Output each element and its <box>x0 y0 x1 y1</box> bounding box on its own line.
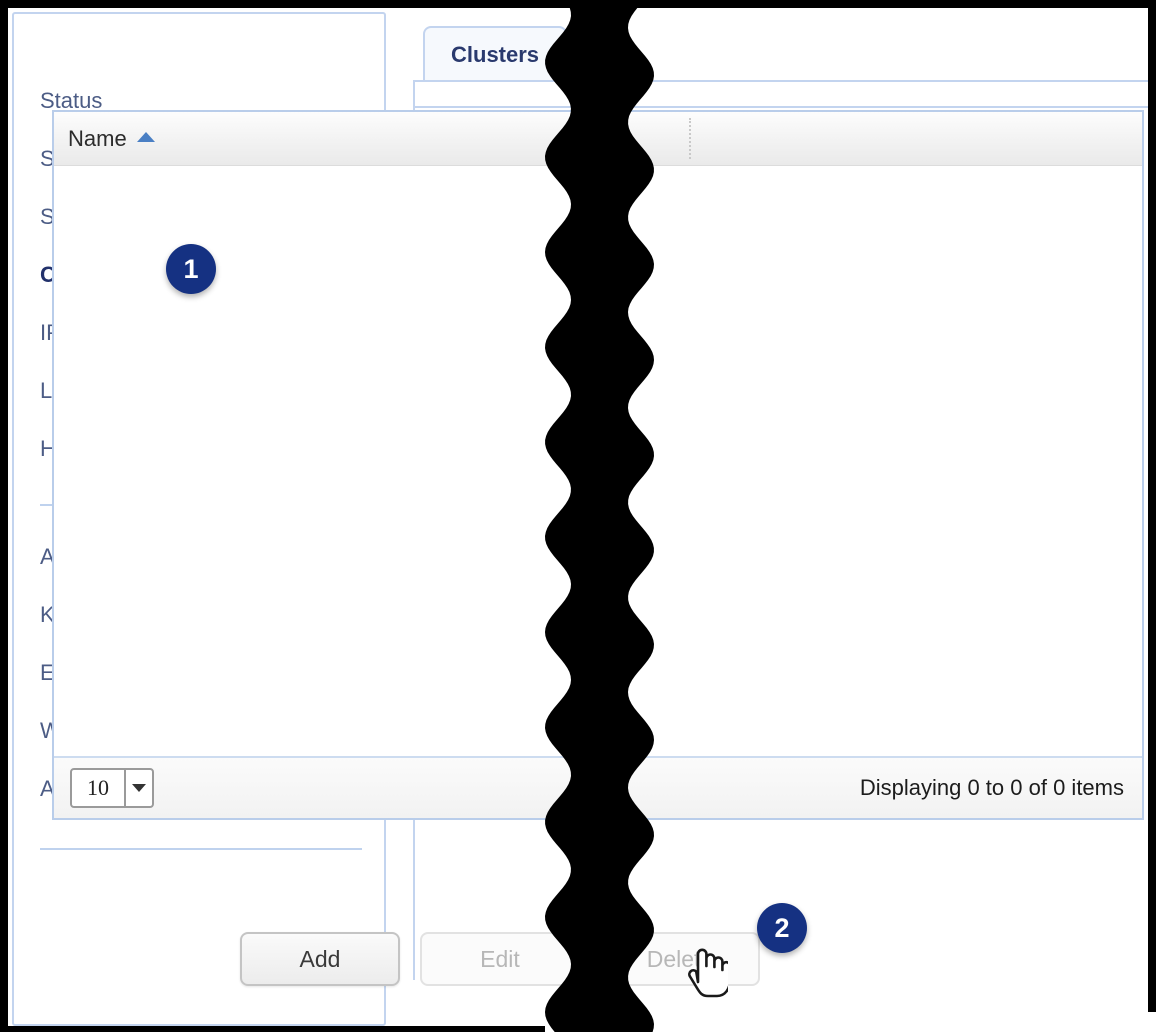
screenshot-root: Status Services Sessions Clusters IP Acc… <box>0 0 1156 1032</box>
column-header-label: Name <box>68 125 127 151</box>
delete-button-label: Delete <box>646 945 714 972</box>
action-button-bar: Add Edit Delete <box>240 932 760 986</box>
add-button[interactable]: Add <box>240 932 400 986</box>
tab-clusters[interactable]: Clusters <box>423 26 568 82</box>
display-info-label: Displaying 0 to 0 of 0 items <box>859 775 1124 800</box>
grid-body <box>54 166 1142 758</box>
chevron-down-icon <box>124 770 152 806</box>
tab-strip: Clusters <box>413 26 1156 82</box>
grid-header-row: Name <box>54 112 1142 166</box>
add-button-label: Add <box>299 945 341 972</box>
page-size-value: 10 <box>87 775 109 800</box>
frame-edge-top <box>0 0 1156 8</box>
frame-edge-bottom <box>0 1026 545 1032</box>
frame-edge-right <box>1148 0 1156 1012</box>
grid-footer: 10 Displaying 0 to 0 of 0 items <box>54 756 1142 818</box>
sort-ascending-icon <box>136 131 155 142</box>
column-header-name[interactable]: Name <box>54 112 689 165</box>
clusters-grid: Name 10 Displaying 0 to 0 of 0 items <box>52 110 1144 820</box>
column-separator[interactable] <box>689 118 691 159</box>
frame-edge-left <box>0 0 8 1032</box>
page-size-select[interactable]: 10 <box>70 768 154 808</box>
tab-label: Clusters <box>451 42 540 67</box>
callout-badge-number: 1 <box>183 254 199 284</box>
edit-button-label: Edit <box>480 945 520 972</box>
delete-button[interactable]: Delete <box>600 932 760 986</box>
callout-badge-2: 2 <box>757 903 807 953</box>
edit-button[interactable]: Edit <box>420 932 580 986</box>
callout-badge-number: 2 <box>774 913 790 943</box>
callout-badge-1: 1 <box>166 244 216 294</box>
sidebar-divider-2 <box>40 848 362 850</box>
